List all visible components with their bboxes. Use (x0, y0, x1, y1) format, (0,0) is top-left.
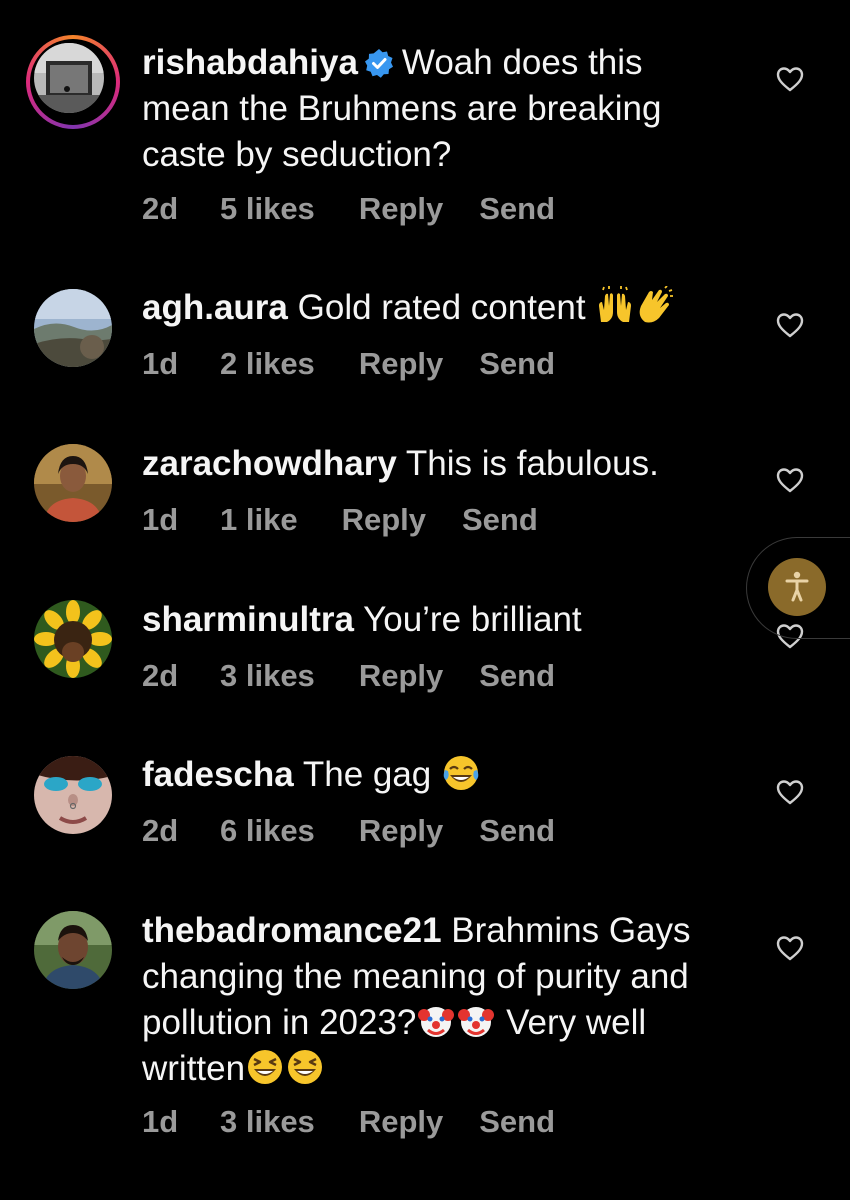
heart-outline-icon[interactable] (776, 935, 804, 961)
comment-age: 1d (142, 346, 179, 381)
send-button[interactable]: Send (479, 1102, 555, 1142)
likes-count[interactable]: 3 likes (220, 656, 315, 696)
comment-username[interactable]: rishabdahiya (142, 43, 358, 82)
grinning-squinting-emoji-icon (245, 1047, 285, 1087)
comment-meta: 2d 6 likes Reply Send (142, 811, 555, 851)
comment-text-line: Woah does this (401, 43, 643, 82)
comment-age: 2d (142, 191, 179, 226)
comment-age: 1d (142, 1104, 179, 1139)
avatar[interactable] (34, 756, 112, 834)
comment-username[interactable]: zarachowdhary (142, 444, 397, 483)
send-button[interactable]: Send (479, 811, 555, 851)
reply-button[interactable]: Reply (342, 500, 426, 540)
avatar[interactable] (34, 600, 112, 678)
reply-button[interactable]: Reply (359, 811, 443, 851)
comment-age: 2d (142, 658, 179, 693)
comment-text-line: This is fabulous. (405, 444, 659, 483)
likes-count[interactable]: 3 likes (220, 1102, 315, 1142)
comment-text-line: Very well (506, 1003, 647, 1042)
comment-text-line: Gold rated content (297, 288, 586, 327)
accessibility-icon[interactable] (768, 558, 826, 616)
heart-outline-icon[interactable] (776, 312, 804, 338)
likes-count[interactable]: 2 likes (220, 344, 315, 384)
comment-text-line: pollution in 2023? (142, 1003, 417, 1042)
raising-hands-emoji-icon (595, 286, 635, 326)
send-button[interactable]: Send (479, 189, 555, 229)
reply-button[interactable]: Reply (359, 189, 443, 229)
comment-age: 1d (142, 502, 179, 537)
comment-text-line: mean the Bruhmens are breaking caste by … (142, 89, 662, 174)
comment-text: rishabdahiya Woah does this mean the Bruh… (142, 40, 742, 178)
reply-button[interactable]: Reply (359, 344, 443, 384)
comment-text: thebadromance21 Brahmins Gays changing t… (142, 908, 742, 1092)
send-button[interactable]: Send (479, 656, 555, 696)
avatar[interactable] (34, 43, 104, 113)
comment-text-line: The gag (302, 755, 432, 794)
comment-meta: 2d 3 likes Reply Send (142, 656, 555, 696)
avatar[interactable] (34, 444, 112, 522)
comment-text-line: You’re brilliant (363, 600, 582, 639)
comment-meta: 1d 3 likes Reply Send (142, 1102, 555, 1142)
comment-meta: 2d 5 likes Reply Send (142, 189, 555, 229)
comment-meta: 1d 2 likes Reply Send (142, 344, 555, 384)
likes-count[interactable]: 5 likes (220, 189, 315, 229)
send-button[interactable]: Send (462, 500, 538, 540)
heart-outline-icon[interactable] (776, 66, 804, 92)
likes-count[interactable]: 1 like (220, 500, 298, 540)
send-button[interactable]: Send (479, 344, 555, 384)
comment-text: fadescha The gag (142, 752, 742, 798)
tears-of-joy-emoji-icon (441, 753, 481, 793)
reply-button[interactable]: Reply (359, 1102, 443, 1142)
comment-text: zarachowdhary This is fabulous. (142, 441, 742, 487)
comment-age: 2d (142, 813, 179, 848)
comment-meta: 1d 1 like Reply Send (142, 500, 538, 540)
comment-text-line: Brahmins Gays (451, 911, 691, 950)
heart-outline-icon[interactable] (776, 467, 804, 493)
clown-face-emoji-icon (416, 1001, 456, 1041)
comment-username[interactable]: thebadromance21 (142, 911, 442, 950)
comment-text-line: written (142, 1049, 246, 1088)
clapping-hands-emoji-icon (635, 286, 675, 326)
story-ring[interactable] (26, 35, 120, 129)
avatar[interactable] (34, 911, 112, 989)
grinning-squinting-emoji-icon (285, 1047, 325, 1087)
comment-username[interactable]: agh.aura (142, 288, 288, 327)
reply-button[interactable]: Reply (359, 656, 443, 696)
comment-text: sharminultra You’re brilliant (142, 597, 742, 643)
comment-text-line: changing the meaning of purity and (142, 957, 689, 996)
verified-badge-icon (364, 44, 394, 78)
likes-count[interactable]: 6 likes (220, 811, 315, 851)
heart-outline-icon[interactable] (776, 779, 804, 805)
clown-face-emoji-icon (456, 1001, 496, 1041)
comment-username[interactable]: sharminultra (142, 600, 354, 639)
comment-text: agh.aura Gold rated content (142, 285, 742, 331)
comment-username[interactable]: fadescha (142, 755, 294, 794)
avatar[interactable] (34, 289, 112, 367)
